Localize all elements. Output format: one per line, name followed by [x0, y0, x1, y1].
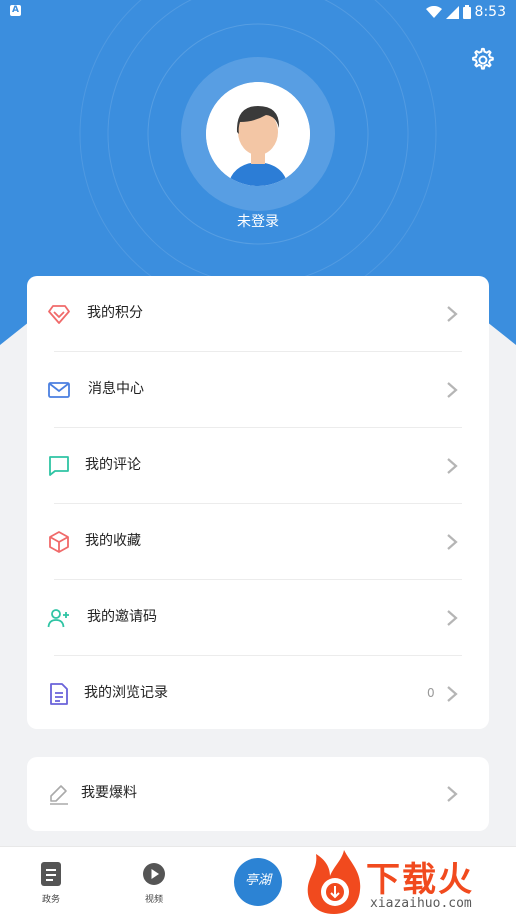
chevron-right-icon — [447, 306, 458, 322]
menu-item-history[interactable]: 我的浏览记录 0 — [27, 656, 489, 732]
tab-video[interactable]: 视频 — [114, 847, 194, 917]
login-status-text[interactable]: 未登录 — [0, 211, 516, 231]
chevron-right-icon — [447, 786, 458, 802]
history-count: 0 — [427, 686, 435, 700]
battery-icon — [462, 5, 471, 19]
menu-item-label: 消息中心 — [88, 381, 144, 397]
menu-item-comments[interactable]: 我的评论 — [27, 428, 489, 504]
menu-item-label: 我的浏览记录 — [84, 685, 168, 701]
play-icon — [143, 863, 165, 885]
tip-off-card: 我要爆料 — [27, 757, 489, 831]
watermark-url: xiazaihuo.com — [370, 896, 472, 911]
app-notification-icon: A — [10, 5, 21, 16]
wifi-icon — [425, 5, 442, 18]
menu-card: 我的积分 消息中心 我的评论 我的收藏 我的邀请码 我的浏览记录 0 — [27, 276, 489, 729]
comment-icon — [49, 456, 69, 476]
menu-item-invite-code[interactable]: 我的邀请码 — [27, 580, 489, 656]
chevron-right-icon — [447, 382, 458, 398]
settings-gear-icon[interactable] — [468, 46, 496, 74]
center-logo-button[interactable]: 亭湖 — [234, 858, 282, 906]
center-logo-text: 亭湖 — [244, 873, 271, 888]
chevron-right-icon — [447, 458, 458, 474]
box-icon — [49, 531, 69, 553]
status-time: 8:53 — [474, 4, 506, 20]
document-tab-icon — [41, 862, 61, 886]
menu-item-tip-off[interactable]: 我要爆料 — [27, 756, 489, 832]
chevron-right-icon — [447, 610, 458, 626]
watermark: 下载火 xiazaihuo.com — [304, 848, 516, 916]
menu-item-label: 我的评论 — [85, 457, 141, 473]
menu-item-favorites[interactable]: 我的收藏 — [27, 504, 489, 580]
tab-label: 政务 — [41, 895, 60, 905]
status-bar: A 8:53 — [0, 0, 516, 24]
mail-icon — [48, 382, 70, 398]
menu-item-messages[interactable]: 消息中心 — [27, 352, 489, 428]
add-user-icon — [47, 609, 69, 628]
menu-item-label: 我要爆料 — [81, 785, 137, 801]
signal-icon — [445, 5, 459, 19]
fire-logo-icon — [307, 850, 361, 914]
pencil-icon — [50, 785, 68, 805]
menu-item-points[interactable]: 我的积分 — [27, 276, 489, 352]
chevron-right-icon — [447, 534, 458, 550]
tab-label: 视频 — [144, 895, 163, 905]
diamond-icon — [48, 305, 70, 324]
watermark-text: 下载火 — [366, 860, 474, 900]
menu-item-label: 我的邀请码 — [87, 609, 157, 625]
document-icon — [50, 683, 68, 705]
avatar[interactable] — [206, 82, 310, 186]
chevron-right-icon — [447, 686, 458, 702]
menu-item-label: 我的积分 — [87, 305, 143, 321]
menu-item-label: 我的收藏 — [85, 533, 141, 549]
tab-government[interactable]: 政务 — [11, 847, 91, 917]
